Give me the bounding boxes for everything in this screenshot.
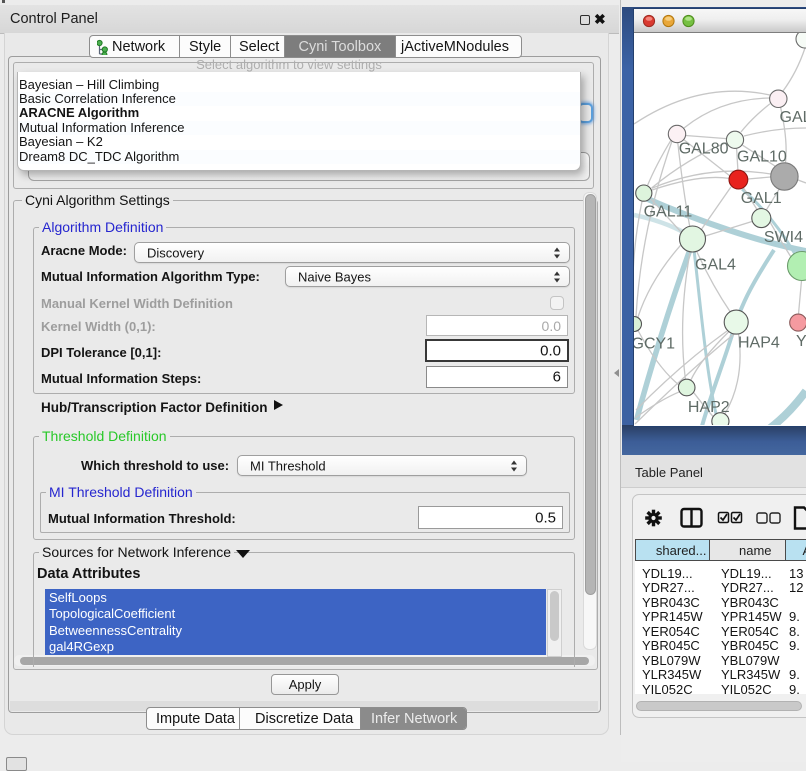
svg-text:GAL80: GAL80 (679, 141, 729, 158)
svg-text:HAP4: HAP4 (738, 335, 780, 352)
svg-text:GAL1: GAL1 (741, 190, 782, 207)
svg-text:HAP2: HAP2 (688, 399, 730, 416)
svg-text:GAL4: GAL4 (695, 257, 736, 274)
svg-text:GAL10: GAL10 (737, 148, 787, 165)
svg-text:GAL11: GAL11 (644, 204, 693, 221)
svg-text:GCY1: GCY1 (634, 336, 675, 353)
svg-text:GAL7: GAL7 (780, 109, 806, 126)
svg-text:YEL: YEL (796, 333, 806, 350)
svg-text:SWI4: SWI4 (764, 229, 803, 246)
